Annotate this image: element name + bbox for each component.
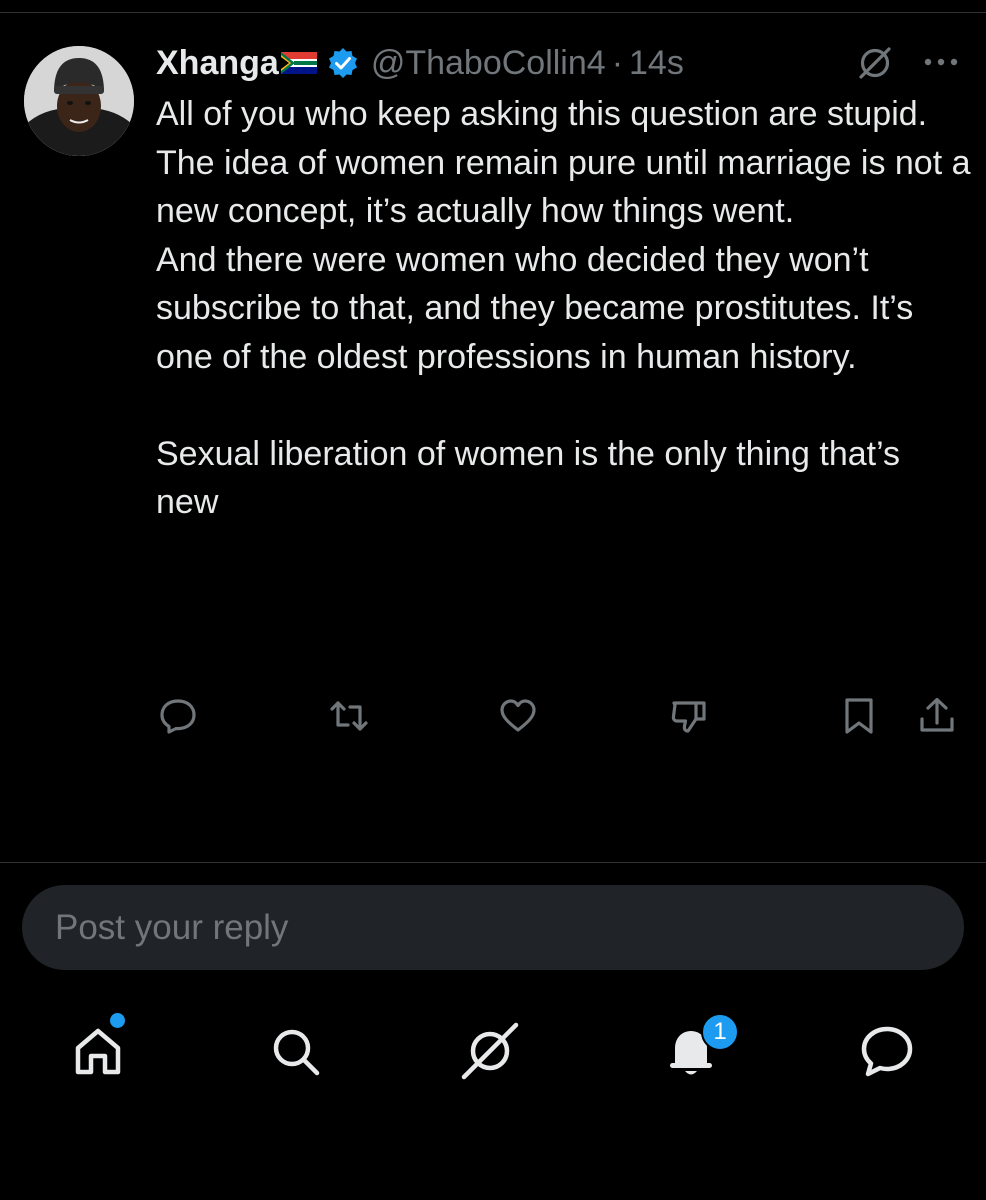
messages-icon[interactable] — [854, 1018, 920, 1084]
south-africa-flag-icon — [280, 52, 317, 74]
grok-icon[interactable] — [855, 43, 895, 83]
search-icon[interactable] — [262, 1018, 328, 1084]
post-timestamp[interactable]: 14s — [629, 44, 684, 83]
post-line: Sexual liberation of women is the only t… — [156, 434, 901, 522]
home-icon[interactable] — [65, 1018, 131, 1084]
post-line: And there were women who decided they wo… — [156, 240, 914, 376]
bookmark-icon[interactable] — [838, 695, 880, 737]
display-name[interactable]: Xhanga — [156, 44, 279, 83]
author-handle[interactable]: @ThaboCollin4 — [371, 44, 606, 83]
notifications-badge: 1 — [701, 1013, 739, 1051]
post-header: Xhanga @ThaboCollin4 · 14s — [156, 40, 684, 86]
share-icon[interactable] — [916, 695, 958, 737]
post-action-bar — [0, 695, 986, 739]
reply-composer[interactable] — [22, 885, 964, 970]
verified-badge-icon — [327, 47, 359, 79]
bottom-tab-bar — [0, 1010, 986, 1100]
reply-divider — [0, 862, 986, 863]
repost-icon[interactable] — [328, 695, 370, 737]
post-text: All of you who keep asking this question… — [156, 90, 971, 527]
reply-input[interactable] — [53, 906, 937, 949]
reply-icon[interactable] — [157, 695, 199, 737]
post-line: The idea of women remain pure until marr… — [156, 143, 971, 231]
meta-separator: · — [611, 43, 624, 82]
grok-icon[interactable] — [457, 1018, 523, 1084]
home-unread-dot — [110, 1013, 125, 1028]
avatar[interactable] — [24, 46, 134, 156]
post-line: All of you who keep asking this question… — [156, 95, 928, 133]
downvote-icon[interactable] — [668, 695, 710, 737]
more-icon[interactable] — [920, 50, 962, 74]
like-icon[interactable] — [497, 695, 539, 737]
top-divider — [0, 12, 986, 13]
post-paragraph-break — [156, 381, 971, 430]
